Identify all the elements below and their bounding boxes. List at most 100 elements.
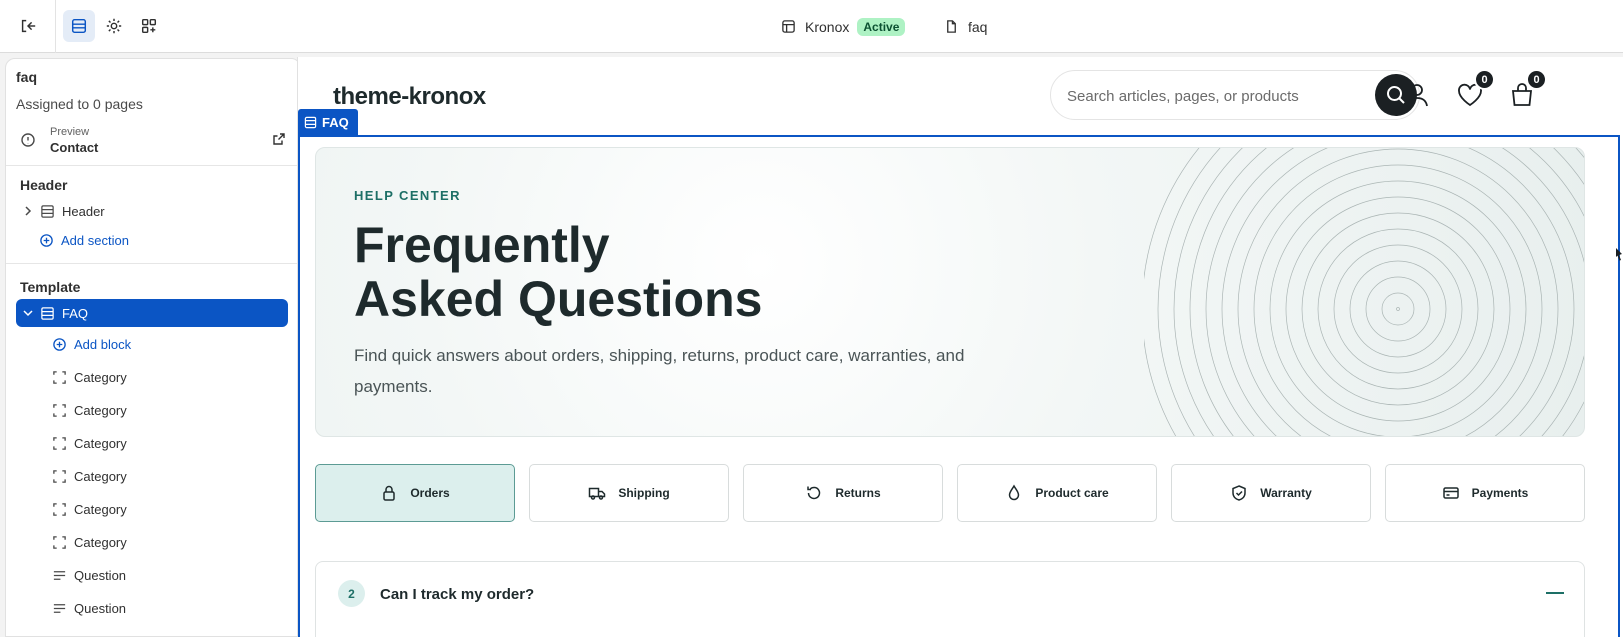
header-group-title: Header bbox=[20, 177, 68, 193]
add-section-label: Add section bbox=[61, 232, 129, 248]
chevron-right-icon bbox=[25, 206, 32, 216]
block-label: Question bbox=[74, 567, 127, 583]
chevron-down-icon bbox=[23, 310, 33, 317]
template-selector[interactable]: faq bbox=[944, 0, 987, 53]
add-block-button[interactable]: Add block bbox=[31, 330, 288, 358]
sidebar-block-item[interactable]: Category bbox=[31, 363, 288, 391]
shield-icon bbox=[1232, 485, 1246, 501]
block-icon bbox=[53, 469, 66, 483]
block-label: Category bbox=[74, 435, 127, 451]
tab-label: Returns bbox=[835, 486, 881, 500]
template-group-title: Template bbox=[20, 279, 81, 295]
editor-topbar: Kronox Active faq bbox=[0, 0, 1623, 53]
tab-label: Shipping bbox=[618, 486, 670, 500]
collapse-icon[interactable] bbox=[1546, 592, 1564, 594]
sidebar-title: faq bbox=[16, 69, 37, 85]
sidebar-block-item[interactable]: Category bbox=[31, 528, 288, 556]
tab-payments[interactable]: Payments bbox=[1385, 464, 1585, 522]
gear-icon bbox=[106, 18, 122, 34]
section-tag-label: FAQ bbox=[322, 114, 349, 130]
block-label: Category bbox=[74, 369, 127, 385]
template-name: faq bbox=[968, 18, 988, 35]
tab-product-care[interactable]: Product care bbox=[957, 464, 1157, 522]
tab-label: Warranty bbox=[1260, 486, 1312, 500]
tab-label: Payments bbox=[1471, 486, 1529, 500]
external-link-icon[interactable] bbox=[272, 132, 286, 146]
sidebar-item-header[interactable]: Header bbox=[16, 197, 288, 225]
add-section-button[interactable]: Add section bbox=[16, 226, 288, 254]
block-label: Category bbox=[74, 501, 127, 517]
preview-value: Contact bbox=[50, 140, 99, 155]
faq-question-item[interactable]: 2 Can I track my order? bbox=[315, 561, 1585, 637]
block-icon bbox=[53, 436, 66, 450]
hero-title-line: Asked Questions bbox=[354, 271, 763, 327]
faq-question: Can I track my order? bbox=[380, 586, 535, 603]
concentric-rings-decoration bbox=[1144, 148, 1584, 436]
block-label: Category bbox=[74, 534, 127, 550]
text-lines-icon bbox=[53, 603, 66, 613]
cursor-icon bbox=[1616, 248, 1622, 261]
exit-button[interactable] bbox=[12, 10, 44, 42]
block-label: Category bbox=[74, 402, 127, 418]
sidebar-item-label: FAQ bbox=[62, 305, 89, 321]
hero-description: Find quick answers about orders, shippin… bbox=[354, 346, 965, 396]
block-label: Question bbox=[74, 600, 127, 616]
faq-number-badge: 2 bbox=[338, 580, 365, 607]
app-embeds-button[interactable] bbox=[133, 10, 165, 42]
info-icon bbox=[21, 133, 35, 147]
theme-settings-button[interactable] bbox=[98, 10, 130, 42]
tab-orders[interactable]: Orders bbox=[315, 464, 515, 522]
add-block-label: Add block bbox=[74, 336, 132, 352]
search-input[interactable]: Search articles, pages, or products bbox=[1050, 70, 1420, 120]
preview-label: Preview bbox=[50, 126, 90, 138]
tab-shipping[interactable]: Shipping bbox=[529, 464, 729, 522]
sidebar-block-item[interactable]: Category bbox=[31, 495, 288, 523]
lock-icon bbox=[383, 485, 396, 501]
sidebar-block-item[interactable]: Question bbox=[31, 594, 288, 622]
block-icon bbox=[53, 370, 66, 384]
tab-warranty[interactable]: Warranty bbox=[1171, 464, 1371, 522]
faq-hero: HELP CENTER Frequently Asked Questions F… bbox=[315, 147, 1585, 437]
sections-button[interactable] bbox=[63, 10, 95, 42]
apps-icon bbox=[141, 18, 157, 34]
tab-label: Product care bbox=[1035, 486, 1109, 500]
sections-icon bbox=[71, 18, 87, 34]
store-status[interactable]: Kronox Active bbox=[781, 0, 906, 53]
truck-icon bbox=[589, 487, 606, 500]
hero-kicker: HELP CENTER bbox=[354, 188, 461, 203]
preview-selector[interactable]: Preview Contact bbox=[16, 123, 292, 159]
card-icon bbox=[1442, 487, 1459, 499]
cart-count-badge: 0 bbox=[1526, 69, 1547, 90]
sidebar-block-item[interactable]: Question bbox=[31, 561, 288, 589]
block-icon bbox=[53, 403, 66, 417]
account-icon[interactable] bbox=[1403, 81, 1431, 109]
topbar-divider bbox=[55, 0, 56, 53]
sidebar-block-item[interactable]: Category bbox=[31, 429, 288, 457]
preview-canvas: theme-kronox Search articles, pages, or … bbox=[297, 57, 1623, 637]
sidebar-item-faq[interactable]: FAQ bbox=[16, 299, 288, 327]
section-icon bbox=[41, 204, 54, 218]
sidebar-item-label: Header bbox=[62, 203, 105, 219]
section-tag-faq[interactable]: FAQ bbox=[298, 109, 358, 135]
section-icon bbox=[304, 116, 317, 128]
store-logo-text[interactable]: theme-kronox bbox=[333, 83, 486, 111]
sidebar: faq Assigned to 0 pages Preview Contact … bbox=[5, 58, 301, 637]
block-icon bbox=[53, 502, 66, 516]
status-badge: Active bbox=[857, 17, 906, 36]
hero-title: Frequently Asked Questions bbox=[354, 218, 854, 326]
assigned-pages: Assigned to 0 pages bbox=[16, 96, 143, 112]
sidebar-divider bbox=[6, 165, 300, 166]
text-lines-icon bbox=[53, 570, 66, 580]
exit-icon bbox=[21, 19, 36, 33]
sidebar-divider bbox=[6, 263, 300, 264]
wishlist-count-badge: 0 bbox=[1474, 69, 1495, 90]
sidebar-block-item[interactable]: Category bbox=[31, 396, 288, 424]
plus-circle-icon bbox=[53, 337, 66, 351]
tab-returns[interactable]: Returns bbox=[743, 464, 943, 522]
section-icon bbox=[41, 306, 54, 320]
sidebar-block-item[interactable]: Category bbox=[31, 462, 288, 490]
return-icon bbox=[807, 486, 821, 500]
plus-circle-icon bbox=[40, 233, 53, 247]
page-icon bbox=[947, 20, 956, 33]
store-name: Kronox bbox=[805, 18, 850, 35]
